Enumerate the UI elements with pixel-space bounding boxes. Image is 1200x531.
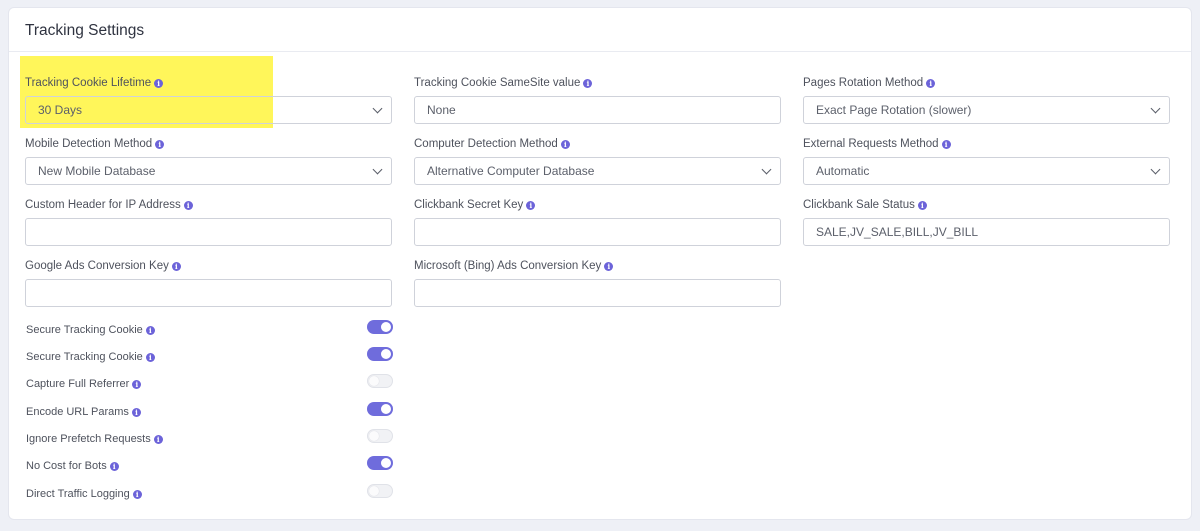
field-custom-header-ip: Custom Header for IP Address i xyxy=(25,198,392,246)
external-requests-value: Automatic xyxy=(816,164,870,178)
computer-detection-value: Alternative Computer Database xyxy=(427,164,595,178)
google-ads-key-label: Google Ads Conversion Key xyxy=(25,260,169,272)
info-icon[interactable]: i xyxy=(132,380,142,389)
custom-header-ip-input[interactable] xyxy=(25,218,392,246)
mobile-detection-value: New Mobile Database xyxy=(38,164,156,178)
toggle-knob xyxy=(369,376,379,386)
toggle-row-direct-traffic: Direct Traffic Logging i xyxy=(26,484,393,500)
field-bing-ads-key: Microsoft (Bing) Ads Conversion Key i xyxy=(414,259,781,307)
clickbank-secret-input[interactable] xyxy=(414,218,781,246)
toggle-knob xyxy=(381,404,391,414)
toggle-switch[interactable] xyxy=(367,484,393,498)
toggle-knob xyxy=(369,486,379,496)
field-cookie-lifetime: Tracking Cookie Lifetime i 30 Days xyxy=(25,76,392,124)
toggle-knob xyxy=(369,431,379,441)
bing-ads-key-label: Microsoft (Bing) Ads Conversion Key xyxy=(414,260,602,272)
toggle-switch[interactable] xyxy=(367,347,393,361)
info-icon[interactable]: i xyxy=(526,201,536,210)
pages-rotation-label: Pages Rotation Method xyxy=(803,77,924,89)
custom-header-ip-label: Custom Header for IP Address xyxy=(25,199,181,211)
clickbank-sale-status-value: SALE,JV_SALE,BILL,JV_BILL xyxy=(816,225,979,239)
bing-ads-key-input[interactable] xyxy=(414,279,781,307)
info-icon[interactable]: i xyxy=(109,462,119,471)
toggle-label: Secure Tracking Cookie xyxy=(26,324,143,336)
info-icon[interactable]: i xyxy=(131,408,141,417)
toggle-switch[interactable] xyxy=(367,429,393,443)
toggle-row-secure-cookie-1: Secure Tracking Cookie i xyxy=(26,320,393,336)
toggle-row-ignore-prefetch: Ignore Prefetch Requests i xyxy=(26,429,393,445)
info-icon[interactable]: i xyxy=(604,262,614,271)
field-clickbank-sale-status: Clickbank Sale Status i SALE,JV_SALE,BILL… xyxy=(803,198,1170,246)
computer-detection-select[interactable]: Alternative Computer Database xyxy=(414,157,781,185)
clickbank-sale-status-label: Clickbank Sale Status xyxy=(803,199,915,211)
samesite-input[interactable]: None xyxy=(414,96,781,124)
google-ads-key-input[interactable] xyxy=(25,279,392,307)
samesite-label: Tracking Cookie SameSite value xyxy=(414,77,581,89)
clickbank-sale-status-input[interactable]: SALE,JV_SALE,BILL,JV_BILL xyxy=(803,218,1170,246)
card-header: Tracking Settings xyxy=(9,8,1191,52)
field-samesite: Tracking Cookie SameSite value i None xyxy=(414,76,781,124)
toggle-label: Ignore Prefetch Requests xyxy=(26,433,151,445)
external-requests-select[interactable]: Automatic xyxy=(803,157,1170,185)
mobile-detection-select[interactable]: New Mobile Database xyxy=(25,157,392,185)
toggle-label: Encode URL Params xyxy=(26,406,129,418)
mobile-detection-label: Mobile Detection Method xyxy=(25,138,153,150)
toggle-row-encode-url: Encode URL Params i xyxy=(26,402,393,418)
field-external-requests: External Requests Method i Automatic xyxy=(803,137,1170,185)
info-icon[interactable]: i xyxy=(183,201,193,210)
field-clickbank-secret: Clickbank Secret Key i xyxy=(414,198,781,246)
toggle-knob xyxy=(381,349,391,359)
field-mobile-detection: Mobile Detection Method i New Mobile Data… xyxy=(25,137,392,185)
clickbank-secret-label: Clickbank Secret Key xyxy=(414,199,524,211)
pages-rotation-select[interactable]: Exact Page Rotation (slower) xyxy=(803,96,1170,124)
toggle-label: Secure Tracking Cookie xyxy=(26,351,143,363)
toggle-label: Direct Traffic Logging xyxy=(26,488,130,500)
toggle-label: No Cost for Bots xyxy=(26,460,107,472)
info-icon[interactable]: i xyxy=(145,326,155,335)
toggle-switch[interactable] xyxy=(367,374,393,388)
toggle-knob xyxy=(381,458,391,468)
info-icon[interactable]: i xyxy=(583,79,593,88)
toggle-row-secure-cookie-2: Secure Tracking Cookie i xyxy=(26,347,393,363)
info-icon[interactable]: i xyxy=(132,490,142,499)
info-icon[interactable]: i xyxy=(560,140,570,149)
pages-rotation-value: Exact Page Rotation (slower) xyxy=(816,103,972,117)
external-requests-label: External Requests Method xyxy=(803,138,939,150)
cookie-lifetime-value: 30 Days xyxy=(38,103,83,117)
tracking-settings-card: Tracking Settings Tracking Cookie Lifeti… xyxy=(8,7,1192,520)
info-icon[interactable]: i xyxy=(155,140,165,149)
samesite-value: None xyxy=(427,103,456,117)
info-icon[interactable]: i xyxy=(941,140,951,149)
cookie-lifetime-select[interactable]: 30 Days xyxy=(25,96,392,124)
toggle-row-capture-referrer: Capture Full Referrer i xyxy=(26,374,393,390)
info-icon[interactable]: i xyxy=(153,435,163,444)
toggle-switch[interactable] xyxy=(367,456,393,470)
toggle-switch[interactable] xyxy=(367,402,393,416)
info-icon[interactable]: i xyxy=(917,201,927,210)
info-icon[interactable]: i xyxy=(926,79,936,88)
field-google-ads-key: Google Ads Conversion Key i xyxy=(25,259,392,307)
chevron-down-icon xyxy=(1150,103,1161,114)
field-computer-detection: Computer Detection Method i Alternative C… xyxy=(414,137,781,185)
chevron-down-icon xyxy=(372,103,383,114)
chevron-down-icon xyxy=(1150,164,1161,175)
cookie-lifetime-label: Tracking Cookie Lifetime xyxy=(25,77,152,89)
info-icon[interactable]: i xyxy=(145,353,155,362)
toggle-label: Capture Full Referrer xyxy=(26,378,130,390)
computer-detection-label: Computer Detection Method xyxy=(414,138,558,150)
toggle-switch[interactable] xyxy=(367,320,393,334)
info-icon[interactable]: i xyxy=(154,79,164,88)
chevron-down-icon xyxy=(761,164,772,175)
info-icon[interactable]: i xyxy=(171,262,181,271)
toggle-knob xyxy=(381,322,391,332)
chevron-down-icon xyxy=(372,164,383,175)
field-pages-rotation: Pages Rotation Method i Exact Page Rotati… xyxy=(803,76,1170,124)
toggle-row-no-cost-bots: No Cost for Bots i xyxy=(26,456,393,472)
page-title: Tracking Settings xyxy=(25,22,145,39)
